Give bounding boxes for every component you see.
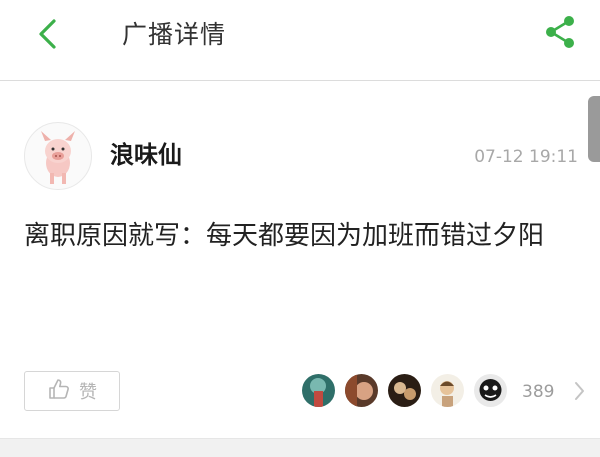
liker-avatar-2[interactable] xyxy=(345,374,378,407)
like-count[interactable]: 389 xyxy=(522,380,554,404)
likers-more-button[interactable] xyxy=(570,378,588,404)
thumbs-up-icon xyxy=(47,377,71,405)
like-button[interactable]: 赞 xyxy=(24,371,120,411)
liker-avatar-3[interactable] xyxy=(388,374,421,407)
author-avatar[interactable] xyxy=(24,122,92,190)
share-button[interactable] xyxy=(540,14,580,54)
section-divider xyxy=(0,438,600,457)
liker-avatar-1[interactable] xyxy=(302,374,335,407)
top-bar: 广播详情 xyxy=(0,0,600,81)
chevron-left-icon xyxy=(36,18,60,54)
liker-avatar-4[interactable] xyxy=(431,374,464,407)
post-time: 07-12 19:11 xyxy=(474,147,578,167)
like-label: 赞 xyxy=(79,382,97,403)
scrollbar[interactable] xyxy=(588,96,600,162)
likers-list xyxy=(302,374,517,410)
liker-avatar-5[interactable] xyxy=(474,374,507,407)
share-icon xyxy=(543,14,577,54)
back-button[interactable] xyxy=(30,18,66,54)
chevron-right-icon xyxy=(570,382,588,408)
page-title: 广播详情 xyxy=(122,20,227,49)
author-name[interactable]: 浪味仙 xyxy=(110,138,182,172)
post-text: 离职原因就写：每天都要因为加班而错过夕阳 xyxy=(24,221,545,251)
